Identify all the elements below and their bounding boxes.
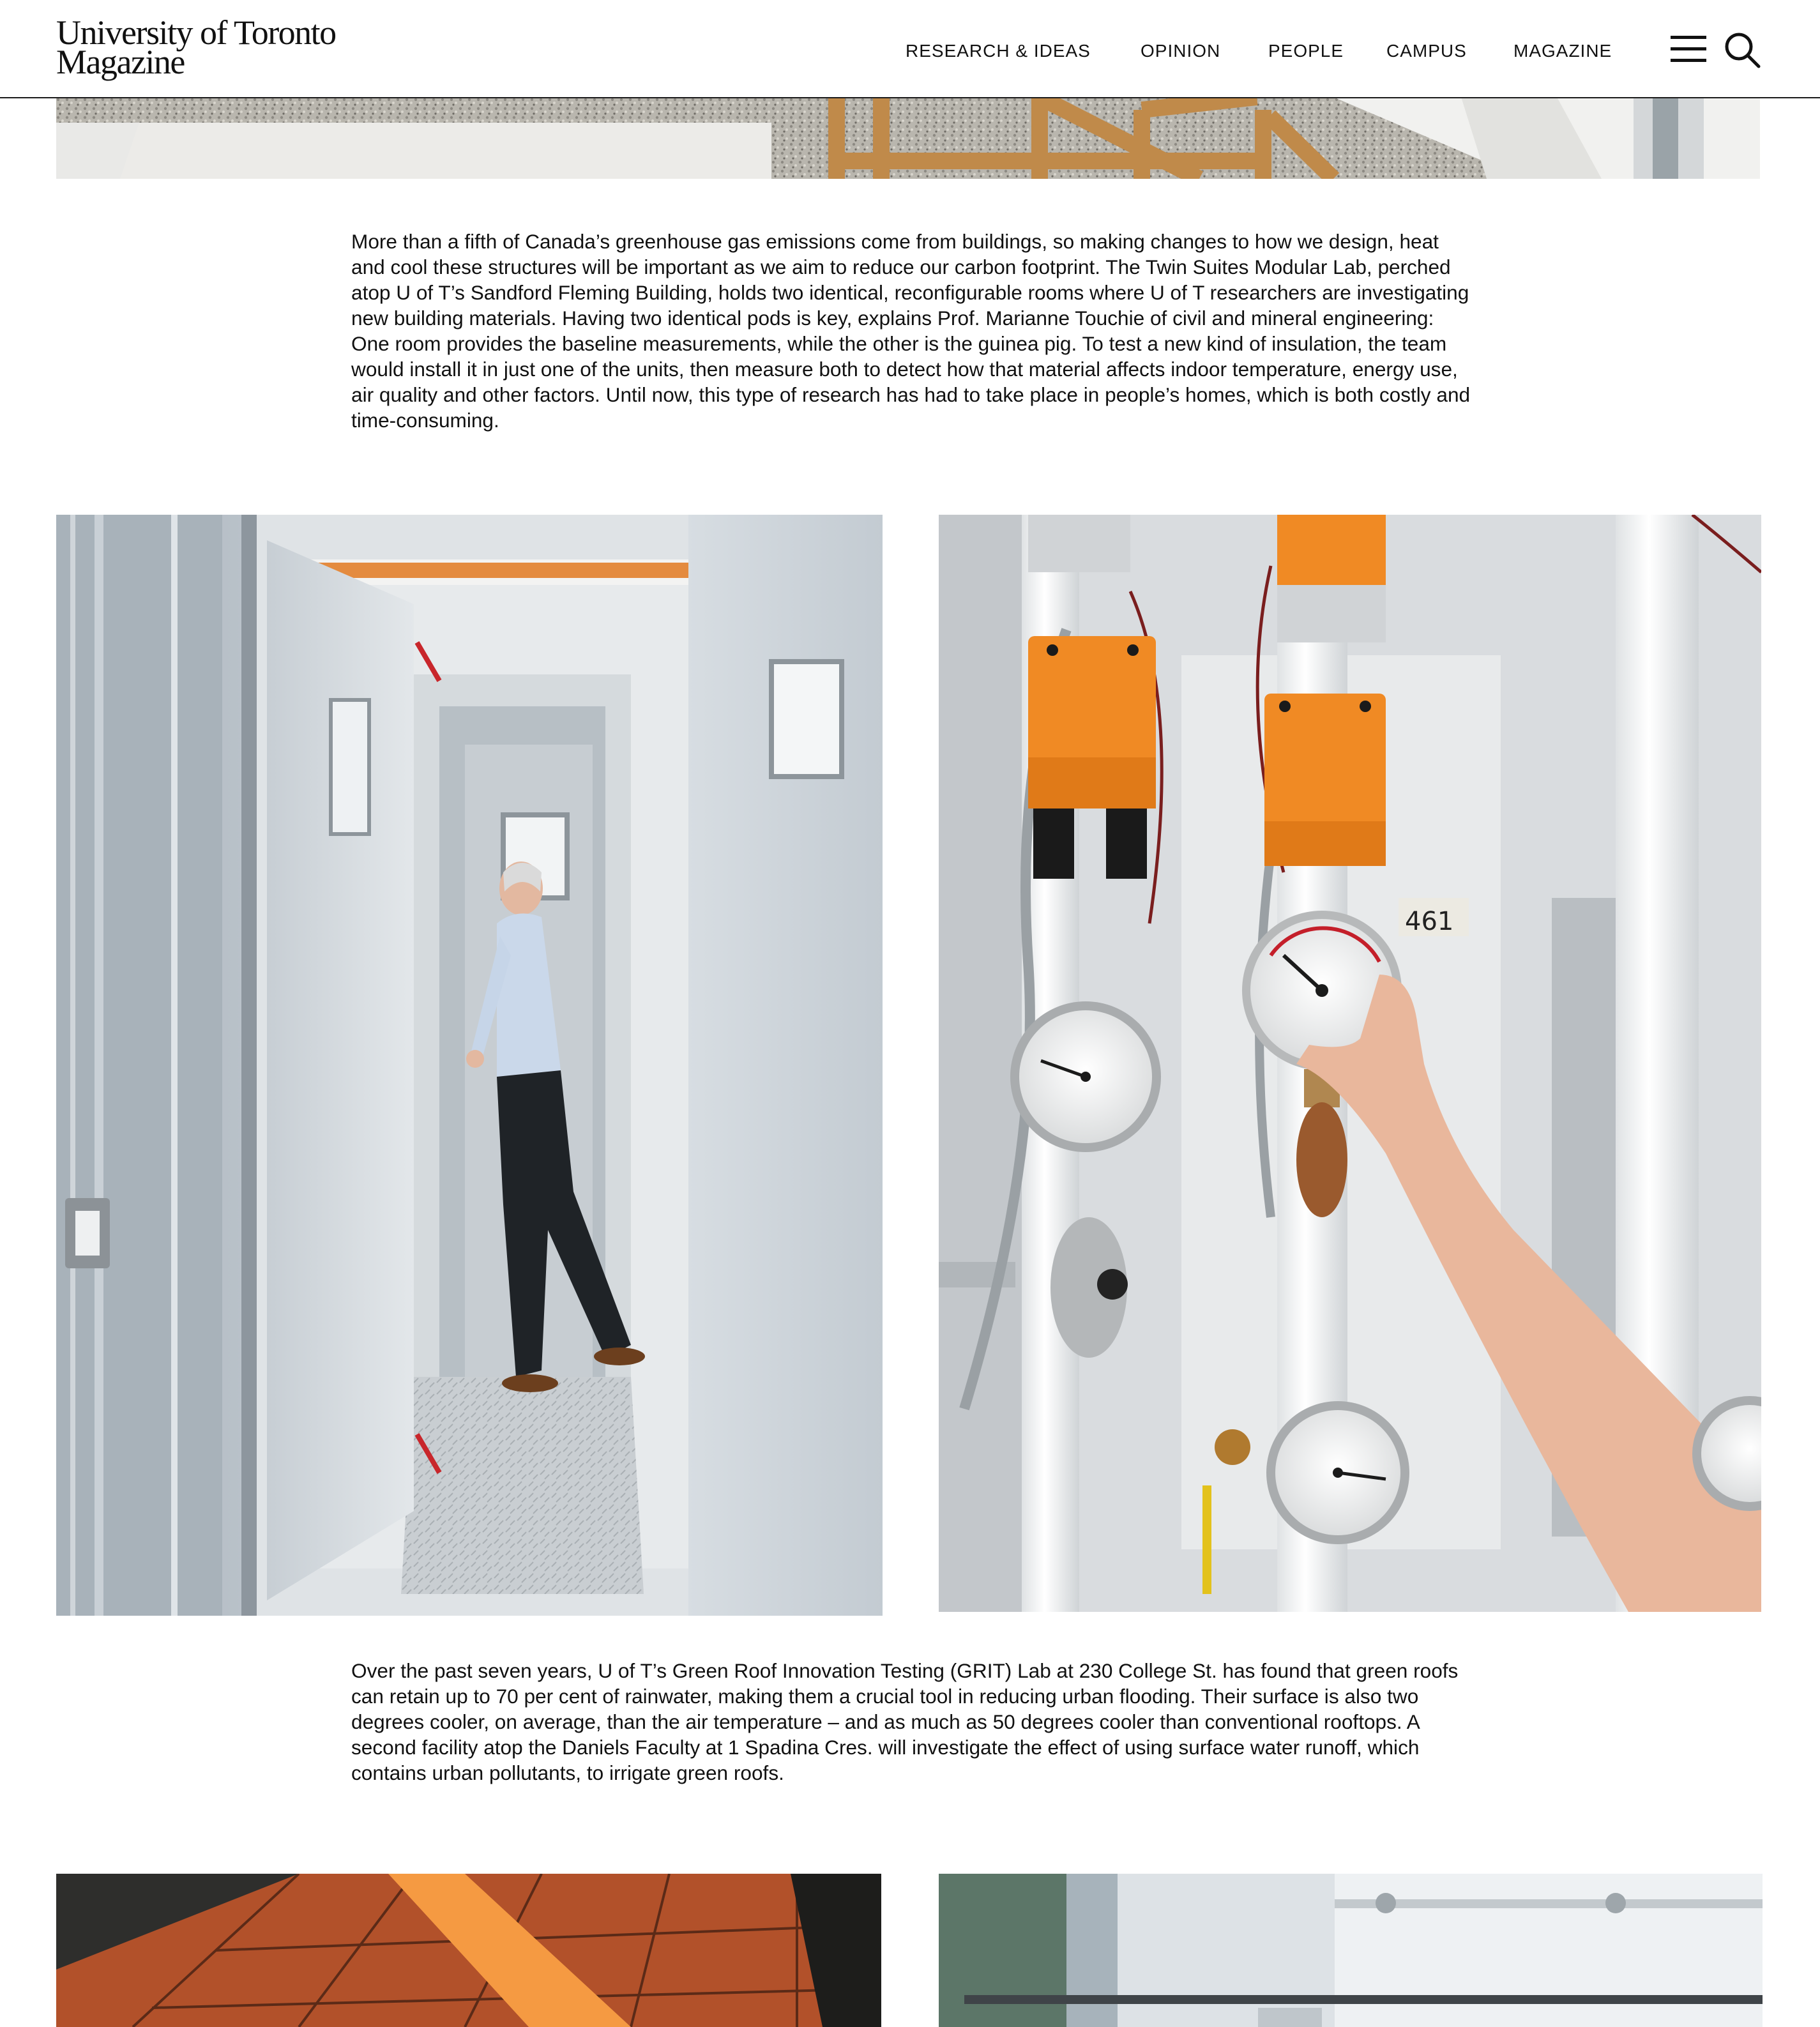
- search-icon[interactable]: [1723, 31, 1761, 69]
- rooftop-photo: [56, 97, 1760, 179]
- nav-opinion[interactable]: OPINION: [1141, 41, 1220, 61]
- nav-people[interactable]: PEOPLE: [1268, 41, 1344, 61]
- gauges-actuators-photo: 461: [939, 515, 1761, 1612]
- nav-research-ideas[interactable]: RESEARCH & IDEAS: [906, 41, 1091, 61]
- nav-campus[interactable]: CAMPUS: [1386, 41, 1467, 61]
- svg-text:461: 461: [1405, 907, 1453, 936]
- site-header: University of Toronto Magazine RESEARCH …: [0, 0, 1820, 98]
- green-roof-photo-right: [939, 1874, 1763, 2027]
- site-logo[interactable]: University of Toronto Magazine: [56, 15, 388, 79]
- green-roof-photo-left: [56, 1874, 881, 2027]
- article-paragraph-1: More than a fifth of Canada’s greenhouse…: [351, 230, 1471, 432]
- twin-suites-pod-photo: [56, 515, 883, 1616]
- hamburger-menu-icon[interactable]: [1671, 33, 1706, 65]
- article-paragraph-2: Over the past seven years, U of T’s Gree…: [351, 1659, 1459, 1784]
- nav-magazine[interactable]: MAGAZINE: [1513, 41, 1612, 61]
